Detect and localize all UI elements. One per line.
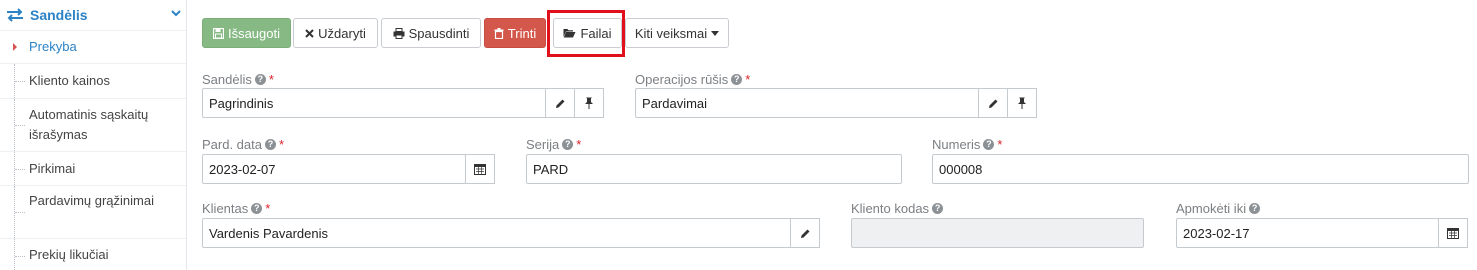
pay-until-calendar-button[interactable] [1438, 218, 1468, 248]
operation-type-field[interactable]: Pardavimai [635, 88, 980, 118]
warehouse-field[interactable]: Pagrindinis [202, 88, 547, 118]
operation-type-label: Operacijos rūšis ? * [635, 72, 750, 87]
question-circle-icon[interactable]: ? [731, 74, 743, 85]
operation-type-edit-button[interactable] [978, 88, 1008, 118]
sidebar-item-label: Pirkimai [29, 161, 76, 176]
warehouse-label: Sandėlis ? * [202, 72, 274, 87]
save-button-label: Išsaugoti [227, 25, 281, 41]
more-actions-dropdown[interactable]: Kiti veiksmai [625, 18, 729, 48]
question-circle-icon[interactable]: ? [265, 139, 276, 150]
pin-icon [585, 97, 593, 109]
pay-until-label-text: Apmokėti iki [1176, 201, 1247, 216]
sidebar-item-pardavimu-grazinimai[interactable]: Pardavimų grąžinimai [0, 185, 186, 238]
sidebar-item-label: Pardavimų grąžinimai [29, 193, 154, 208]
required-marker: * [268, 72, 274, 87]
pencil-icon [988, 99, 997, 108]
sidebar-list: Prekyba Kliento kainos Automatinis sąska… [0, 30, 186, 270]
required-marker: * [279, 137, 285, 152]
operation-type-pin-button[interactable] [1007, 88, 1037, 118]
client-label: Klientas ? * [202, 201, 270, 216]
sale-date-value: 2023-02-07 [209, 161, 276, 177]
client-code-field [851, 218, 1144, 248]
required-marker: * [997, 137, 1003, 152]
sidebar-item-label: Automatinis sąskaitų išrašymas [29, 107, 149, 142]
pay-until-label: Apmokėti iki ? [1176, 201, 1261, 216]
sidebar-section-title: Sandėlis [30, 7, 88, 23]
question-circle-icon[interactable]: ? [932, 203, 944, 214]
print-button-label: Spausdinti [408, 25, 470, 41]
sidebar-item-prekiu-likuciai[interactable]: Prekių likučiai [0, 238, 186, 270]
calendar-icon [1447, 228, 1459, 239]
more-actions-label: Kiti veiksmai [634, 25, 708, 41]
delete-button[interactable]: Trinti [484, 18, 546, 48]
series-label-text: Serija [526, 137, 560, 152]
operation-type-label-text: Operacijos rūšis [635, 72, 729, 87]
client-label-text: Klientas [202, 201, 249, 216]
sale-date-calendar-button[interactable] [465, 154, 495, 184]
sidebar-item-automatinis-saskaitu-israsymas[interactable]: Automatinis sąskaitų išrašymas [0, 98, 186, 151]
caret-right-icon [13, 43, 17, 51]
client-field[interactable]: Vardenis Pavardenis [202, 218, 792, 248]
question-circle-icon[interactable]: ? [254, 74, 266, 85]
sidebar-item-label: Kliento kainos [29, 73, 110, 88]
question-circle-icon[interactable]: ? [562, 139, 574, 150]
client-code-label-text: Kliento kodas [851, 201, 930, 216]
close-button[interactable]: Uždaryti [293, 18, 378, 48]
warehouse-edit-button[interactable] [545, 88, 575, 118]
trash-icon [494, 27, 504, 39]
number-field[interactable]: 000008 [932, 154, 1469, 184]
chevron-down-icon[interactable] [171, 8, 181, 18]
client-value: Vardenis Pavardenis [209, 225, 328, 241]
question-circle-icon[interactable]: ? [1249, 203, 1261, 214]
warehouse-label-text: Sandėlis [202, 72, 252, 87]
arrows-exchange-icon [7, 8, 23, 22]
files-highlight-box [547, 10, 625, 57]
sidebar-item-label: Prekyba [29, 39, 77, 54]
client-code-label: Kliento kodas ? [851, 201, 944, 216]
sale-date-label-text: Pard. data [202, 137, 262, 152]
question-circle-icon[interactable]: ? [251, 203, 263, 214]
question-circle-icon[interactable]: ? [983, 139, 995, 150]
floppy-icon [212, 27, 224, 39]
times-icon [305, 28, 314, 38]
sale-date-label: Pard. data ? * [202, 137, 284, 152]
sidebar-item-kliento-kainos[interactable]: Kliento kainos [0, 63, 186, 98]
warehouse-pin-button[interactable] [574, 88, 604, 118]
save-button[interactable]: Išsaugoti [202, 18, 291, 48]
required-marker: * [576, 137, 582, 152]
print-button[interactable]: Spausdinti [381, 18, 481, 48]
delete-button-label: Trinti [507, 25, 537, 41]
caret-down-icon [711, 30, 720, 36]
sale-date-field[interactable]: 2023-02-07 [202, 154, 466, 184]
pay-until-value: 2023-02-17 [1183, 225, 1250, 241]
warehouse-value: Pagrindinis [209, 95, 274, 111]
pencil-icon [800, 229, 809, 238]
operation-type-value: Pardavimai [642, 95, 708, 111]
number-value: 000008 [939, 161, 983, 177]
calendar-icon [474, 164, 486, 175]
sidebar-item-label: Prekių likučiai [29, 247, 109, 262]
printer-icon [393, 27, 405, 39]
sidebar-section-header[interactable]: Sandėlis [0, 0, 187, 30]
required-marker: * [265, 201, 271, 216]
close-button-label: Uždaryti [318, 25, 366, 41]
pencil-icon [555, 99, 564, 108]
required-marker: * [745, 72, 751, 87]
series-label: Serija ? * [526, 137, 581, 152]
pay-until-field[interactable]: 2023-02-17 [1176, 218, 1439, 248]
series-field[interactable]: PARD [526, 154, 902, 184]
sidebar: Sandėlis Prekyba Kliento kainos Automati… [0, 0, 187, 270]
number-label: Numeris ? * [932, 137, 1002, 152]
number-label-text: Numeris [932, 137, 981, 152]
sidebar-item-prekyba[interactable]: Prekyba [0, 30, 186, 63]
pin-icon [1018, 97, 1026, 109]
client-edit-button[interactable] [790, 218, 820, 248]
sidebar-item-pirkimai[interactable]: Pirkimai [0, 151, 186, 185]
series-value: PARD [533, 161, 569, 177]
